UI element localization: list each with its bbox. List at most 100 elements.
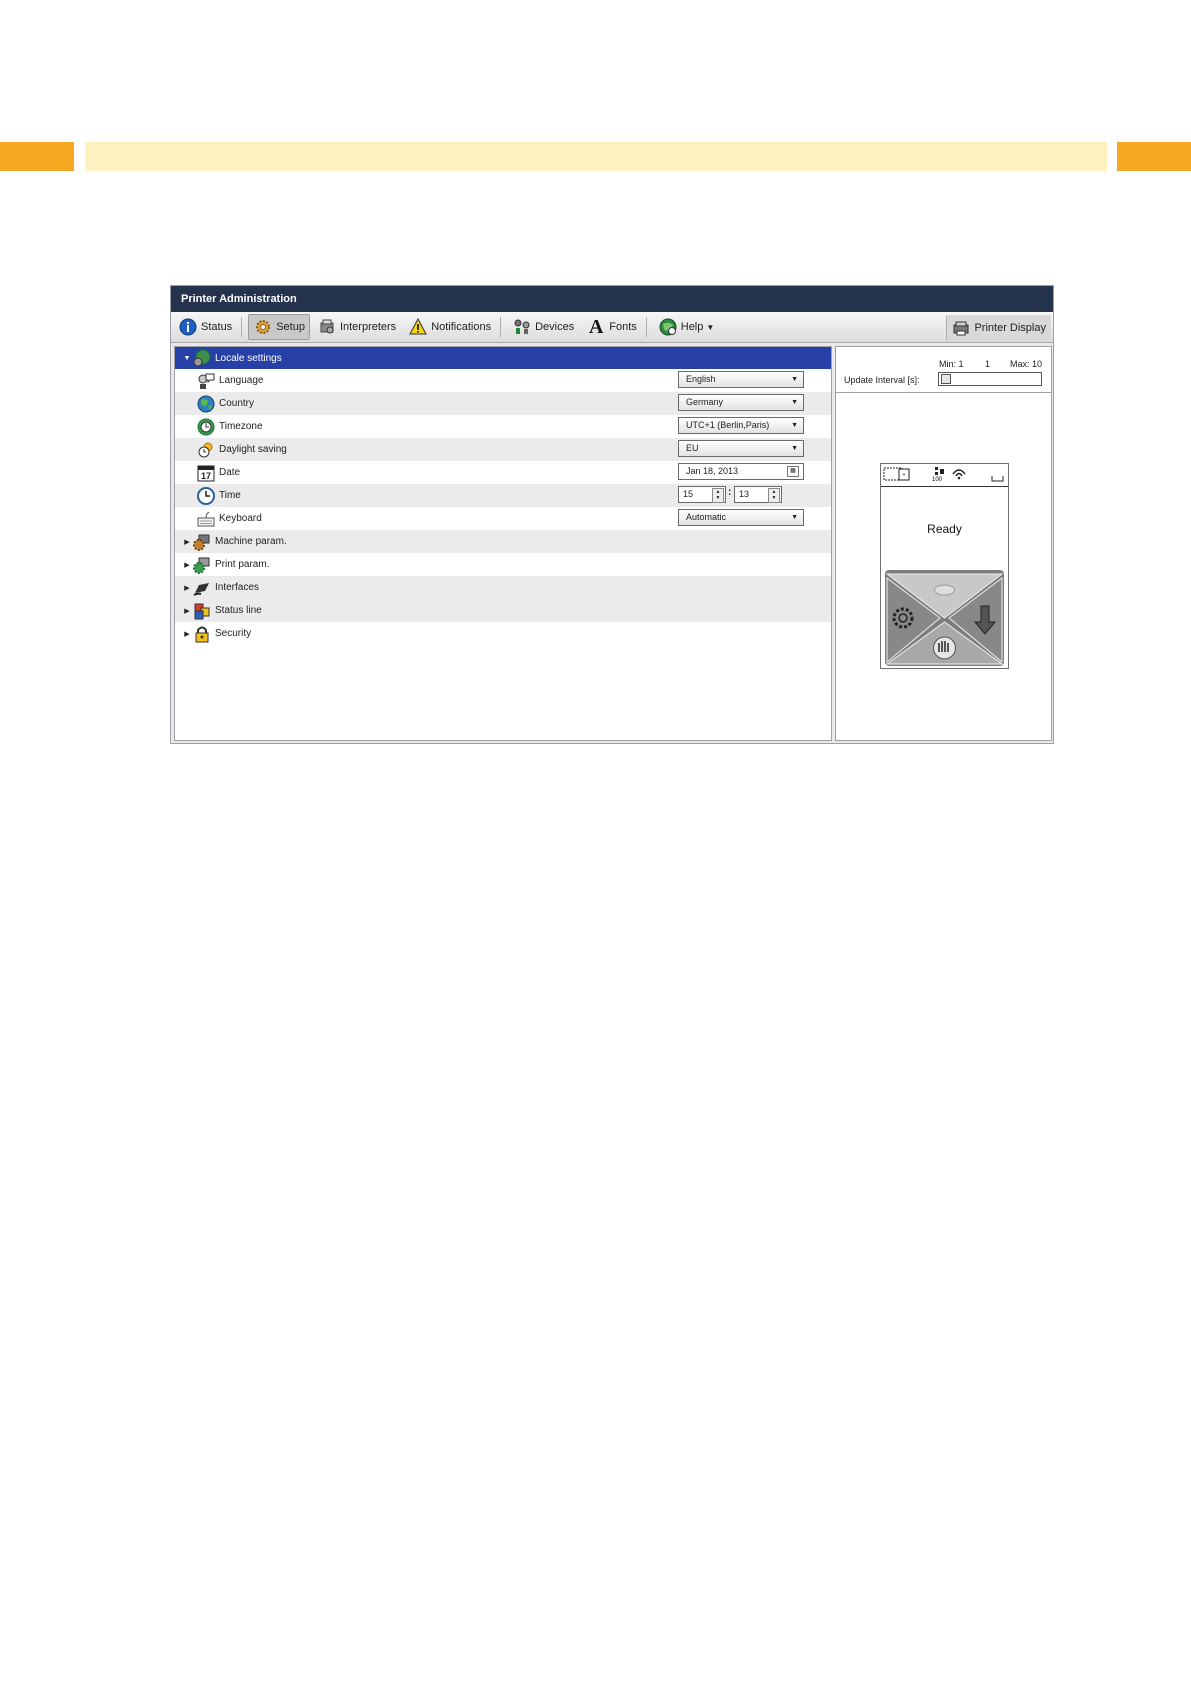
minute-stepper[interactable]: 13 ▲ ▼ (734, 486, 782, 503)
interval-min: Min: 1 (939, 359, 964, 369)
warning-icon (408, 317, 428, 337)
status-button-label: Status (201, 321, 233, 333)
select-value: Germany (686, 397, 724, 407)
window-title: Printer Administration (171, 286, 1053, 312)
setting-row-timezone: Timezone UTC+1 (Berlin,Paris) ▼ (175, 415, 831, 438)
toolbar: Status Setup Interpreters Notifications (171, 312, 1053, 343)
header-band-left (0, 142, 74, 171)
setting-label: Timezone (219, 421, 263, 432)
keyboard-icon (197, 510, 215, 528)
interval-max: Max: 10 (1010, 359, 1043, 369)
interpreters-button[interactable]: Interpreters (312, 314, 401, 340)
header-band-middle (85, 142, 1107, 171)
status-button[interactable]: Status (173, 314, 237, 340)
chevron-down-icon: ▼ (706, 322, 715, 332)
select-value: English (686, 374, 716, 384)
keyboard-select[interactable]: Automatic ▼ (678, 509, 804, 526)
devices-button[interactable]: Devices (507, 314, 579, 340)
svg-text:17: 17 (201, 471, 211, 481)
timezone-select[interactable]: UTC+1 (Berlin,Paris) ▼ (678, 417, 804, 434)
date-value: Jan 18, 2013 (686, 466, 739, 476)
date-picker[interactable]: Jan 18, 2013 ▦ (678, 463, 804, 480)
status-blocks-icon (193, 602, 211, 620)
setting-row-date: 17 Date Jan 18, 2013 ▦ (175, 461, 831, 484)
chevron-down-icon: ▼ (791, 514, 798, 521)
expand-right-icon[interactable]: ▶ (181, 538, 193, 546)
select-value: EU (686, 443, 699, 453)
stepper-arrows-icon[interactable]: ▲ ▼ (712, 488, 724, 503)
font-icon: A (589, 315, 604, 338)
printer-status-text: Ready (927, 522, 962, 536)
select-value: UTC+1 (Berlin,Paris) (686, 420, 770, 430)
update-interval-section: Min: 1 1 Max: 10 Update Interval [s]: (836, 347, 1051, 393)
settings-tree: ▼ Locale settings Language English ▼ Coun… (174, 346, 832, 741)
setting-label: Keyboard (219, 513, 262, 524)
setup-button-label: Setup (276, 321, 305, 333)
network-speed-value: 100 (932, 477, 943, 483)
expand-down-icon[interactable]: ▼ (181, 355, 193, 362)
setting-row-keyboard: Keyboard Automatic ▼ (175, 507, 831, 530)
tree-item-label: Machine param. (215, 536, 287, 547)
calendar-icon: 17 (197, 464, 215, 482)
setting-label: Country (219, 398, 255, 409)
help-button[interactable]: Help ▼ (653, 314, 720, 340)
printer-display-button[interactable]: Printer Display (946, 315, 1051, 341)
globe-gear-icon (193, 349, 211, 367)
expand-right-icon[interactable]: ▶ (181, 607, 193, 615)
chevron-down-icon: ▼ (791, 399, 798, 406)
tree-item-label: Security (215, 628, 252, 639)
cable-icon (193, 579, 211, 597)
expand-right-icon[interactable]: ▶ (181, 584, 193, 592)
tree-item-machine-param[interactable]: ▶ Machine param. (175, 530, 831, 553)
toolbar-divider (500, 317, 502, 337)
tree-item-print-param[interactable]: ▶ Print param. (175, 553, 831, 576)
tree-item-label: Interfaces (215, 582, 259, 593)
setting-row-time: Time 15 ▲ ▼ : 13 ▲ ▼ (175, 484, 831, 507)
tree-item-status-line[interactable]: ▶ Status line (175, 599, 831, 622)
fonts-button[interactable]: A Fonts (581, 314, 642, 340)
expand-right-icon[interactable]: ▶ (181, 630, 193, 638)
fonts-button-label: Fonts (609, 321, 637, 333)
toolbar-divider (645, 317, 647, 337)
tree-item-interfaces[interactable]: ▶ Interfaces (175, 576, 831, 599)
info-icon (178, 317, 198, 337)
daylight-saving-select[interactable]: EU ▼ (678, 440, 804, 457)
slider-thumb[interactable] (941, 374, 951, 384)
tree-item-label: Status line (215, 605, 262, 616)
calendar-picker-icon[interactable]: ▦ (787, 466, 799, 477)
country-select[interactable]: Germany ▼ (678, 394, 804, 411)
setting-label: Time (219, 490, 241, 501)
printer-icon (951, 318, 971, 338)
update-interval-slider[interactable] (938, 372, 1042, 386)
sun-clock-icon (197, 441, 215, 459)
chevron-down-icon: ▼ (791, 445, 798, 452)
printer-display-panel: Min: 1 1 Max: 10 Update Interval [s]: * (835, 346, 1052, 741)
setup-button[interactable]: Setup (248, 314, 310, 340)
expand-right-icon[interactable]: ▶ (181, 561, 193, 569)
stepper-arrows-icon[interactable]: ▲ ▼ (768, 488, 780, 503)
tree-item-label: Locale settings (215, 352, 282, 364)
language-select[interactable]: English ▼ (678, 371, 804, 388)
printer-gear-icon (317, 317, 337, 337)
setting-row-language: Language English ▼ (175, 369, 831, 392)
setting-label: Date (219, 467, 241, 478)
hour-value: 15 (683, 489, 694, 499)
interpreters-button-label: Interpreters (339, 321, 397, 333)
tree-item-locale-settings[interactable]: ▼ Locale settings (175, 347, 831, 369)
chevron-down-icon: ▼ (791, 422, 798, 429)
lcd-status-icons: * (883, 467, 1004, 482)
printer-display-button-label: Printer Display (974, 322, 1046, 334)
gear-icon (253, 317, 273, 337)
help-button-label: Help (680, 321, 704, 333)
notifications-button[interactable]: Notifications (403, 314, 496, 340)
language-icon (197, 372, 215, 390)
cancel-hand-icon[interactable] (915, 630, 975, 664)
notifications-button-label: Notifications (431, 321, 492, 333)
lcd-status-bar: * 100 (881, 464, 1008, 487)
minute-value: 13 (739, 489, 750, 499)
globe-icon (197, 395, 215, 413)
setting-row-country: Country Germany ▼ (175, 392, 831, 415)
hour-stepper[interactable]: 15 ▲ ▼ (678, 486, 726, 503)
tree-item-security[interactable]: ▶ Security (175, 622, 831, 645)
setting-label: Daylight saving (219, 444, 287, 455)
